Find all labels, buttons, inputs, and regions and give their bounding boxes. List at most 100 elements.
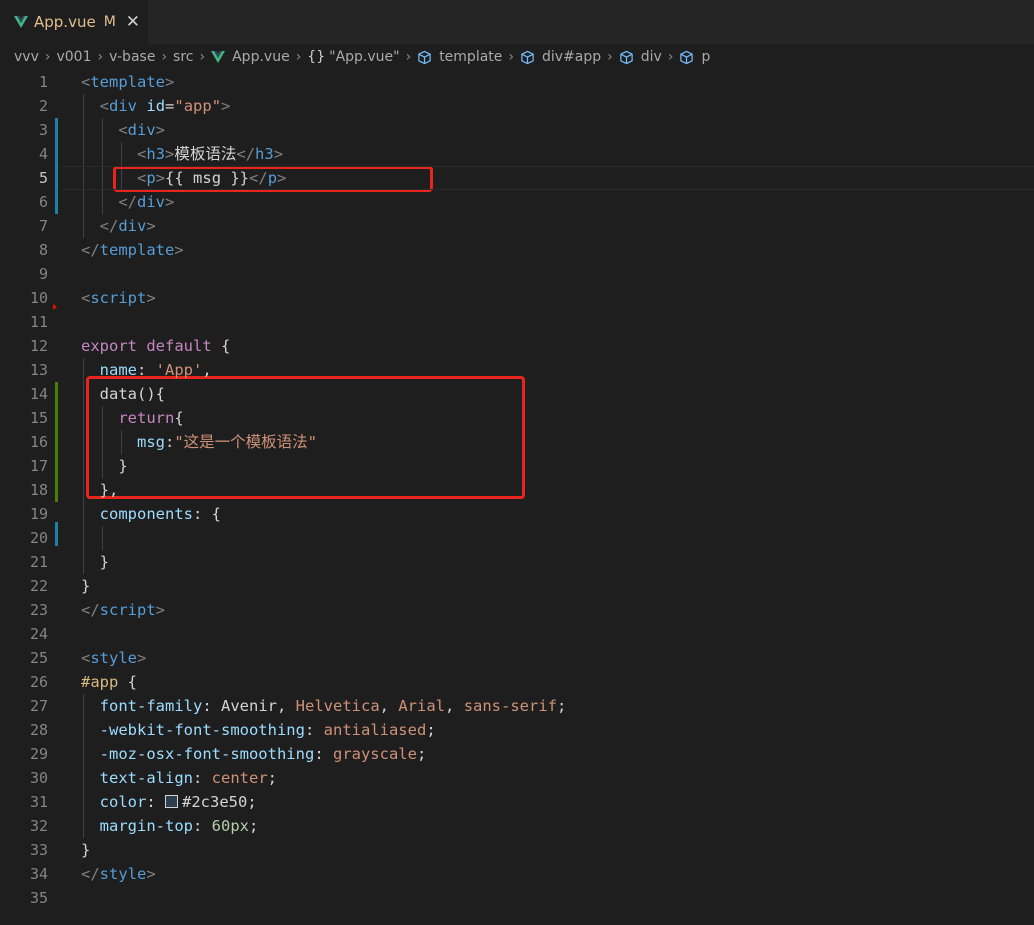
line-number: 34 [29, 865, 48, 883]
line-number: 7 [38, 217, 48, 235]
code-line[interactable]: 34 </style> [0, 862, 1034, 886]
line-number: 15 [29, 409, 48, 427]
line-number: 2 [38, 97, 48, 115]
code-line[interactable]: 32 margin-top: 60px; [0, 814, 1034, 838]
code-line[interactable]: 23 </script> [0, 598, 1034, 622]
code-line[interactable]: 10 <script> [0, 286, 1034, 310]
code-line[interactable]: 3 <div> [0, 118, 1034, 142]
tab-filename: App.vue [34, 13, 96, 31]
code-text: } [81, 454, 127, 478]
code-token: template [99, 241, 175, 259]
code-token: h3 [255, 145, 274, 163]
code-line[interactable]: 5 <p>{{ msg }}</p> [0, 166, 1034, 190]
code-line[interactable]: 16 msg:"这是一个模板语法" [0, 430, 1034, 454]
cube-icon [520, 50, 539, 65]
code-line[interactable]: 28 -webkit-font-smoothing: antialiased; [0, 718, 1034, 742]
code-token: ; [426, 721, 436, 739]
breadcrumb-item[interactable]: div#app [520, 49, 601, 65]
code-line[interactable]: 35 [0, 886, 1034, 910]
code-token: name [99, 361, 137, 379]
code-line[interactable]: 4 <h3>模板语法</h3> [0, 142, 1034, 166]
code-token: template [90, 73, 165, 91]
breadcrumb-item[interactable]: v-base [109, 49, 155, 65]
code-text: color: #2c3e50; [81, 790, 257, 814]
line-number: 30 [29, 769, 48, 787]
code-token: } [99, 553, 110, 571]
code-line[interactable]: 29 -moz-osx-font-smoothing: grayscale; [0, 742, 1034, 766]
code-token: margin-top [99, 817, 193, 835]
code-token: components [99, 505, 193, 523]
code-text: }, [81, 478, 119, 502]
code-text: components: { [81, 502, 221, 526]
line-number: 25 [29, 649, 48, 667]
breadcrumb-label: "App.vue" [329, 49, 400, 65]
breadcrumb-item[interactable]: App.vue [211, 49, 290, 65]
line-number: 23 [29, 601, 48, 619]
code-line[interactable]: 25 <style> [0, 646, 1034, 670]
code-line[interactable]: 9 [0, 262, 1034, 286]
breadcrumb-label: v-base [109, 49, 156, 65]
code-line[interactable]: 2 <div id="app"> [0, 94, 1034, 118]
code-token: Helvetica [295, 697, 380, 715]
code-token: > [155, 169, 166, 187]
breadcrumb-item[interactable]: src [173, 49, 193, 65]
code-line[interactable]: 21 } [0, 550, 1034, 574]
code-line[interactable]: 6 </div> [0, 190, 1034, 214]
code-line[interactable]: 33} [0, 838, 1034, 862]
line-number: 8 [38, 241, 48, 259]
code-token: p [267, 169, 278, 187]
breadcrumb-item[interactable]: v001 [56, 49, 91, 65]
code-line[interactable]: 7 </div> [0, 214, 1034, 238]
tab-app-vue[interactable]: App.vue M ✕ [0, 0, 148, 44]
chevron-right-icon: › [607, 49, 613, 65]
code-line[interactable]: 31 color: #2c3e50; [0, 790, 1034, 814]
code-line[interactable]: 20 [0, 526, 1034, 550]
code-line[interactable]: 30 text-align: center; [0, 766, 1034, 790]
code-line[interactable]: 18 }, [0, 478, 1034, 502]
code-token: ; [247, 793, 257, 811]
code-text: margin-top: 60px; [81, 814, 259, 838]
code-token: < [137, 169, 147, 187]
code-line[interactable]: 1 <template> [0, 70, 1034, 94]
code-token: ; [416, 745, 427, 763]
breadcrumb-item[interactable]: p [679, 49, 710, 65]
breadcrumb-item[interactable]: vvv [14, 49, 39, 65]
code-editor[interactable]: 1 <template> 2 <div id="app"> 3 <div> 4 <h3>… [0, 70, 1034, 925]
code-line[interactable]: 26 #app { [0, 670, 1034, 694]
code-line[interactable]: 17 } [0, 454, 1034, 478]
code-line[interactable]: 15 return{ [0, 406, 1034, 430]
code-line[interactable]: 14 data(){ [0, 382, 1034, 406]
code-line[interactable]: 24 [0, 622, 1034, 646]
code-token: export [81, 337, 137, 355]
code-text: </style> [81, 862, 156, 886]
line-number: 17 [29, 457, 48, 475]
code-token: #app [81, 673, 119, 691]
breadcrumb-item[interactable]: div [619, 49, 662, 65]
code-line[interactable]: 22} [0, 574, 1034, 598]
modified-indicator: M [103, 14, 116, 30]
code-token: > [165, 73, 175, 91]
breadcrumb-item[interactable]: template [417, 49, 502, 65]
line-number: 13 [29, 361, 48, 379]
code-line[interactable]: 13 name: 'App', [0, 358, 1034, 382]
code-line[interactable]: 19 components: { [0, 502, 1034, 526]
close-icon[interactable]: ✕ [126, 12, 140, 32]
code-text: font-family: Avenir, Helvetica, Arial, s… [81, 694, 567, 718]
code-line[interactable]: 12 export default { [0, 334, 1034, 358]
code-token: { [174, 409, 184, 427]
line-number: 24 [29, 625, 48, 643]
code-line[interactable]: 11 [0, 310, 1034, 334]
vue-icon [14, 16, 28, 28]
code-text: <template> [81, 70, 174, 94]
code-token: antialiased [323, 721, 427, 739]
code-line[interactable]: 27 font-family: Avenir, Helvetica, Arial… [0, 694, 1034, 718]
code-line[interactable]: 8 </template> [0, 238, 1034, 262]
color-swatch-icon[interactable] [165, 795, 179, 808]
code-token: , [379, 697, 399, 715]
code-token: text-align [99, 769, 193, 787]
breadcrumb-item[interactable]: {} "App.vue" [307, 49, 399, 65]
line-number: 33 [29, 841, 48, 859]
line-number: 6 [38, 193, 48, 211]
